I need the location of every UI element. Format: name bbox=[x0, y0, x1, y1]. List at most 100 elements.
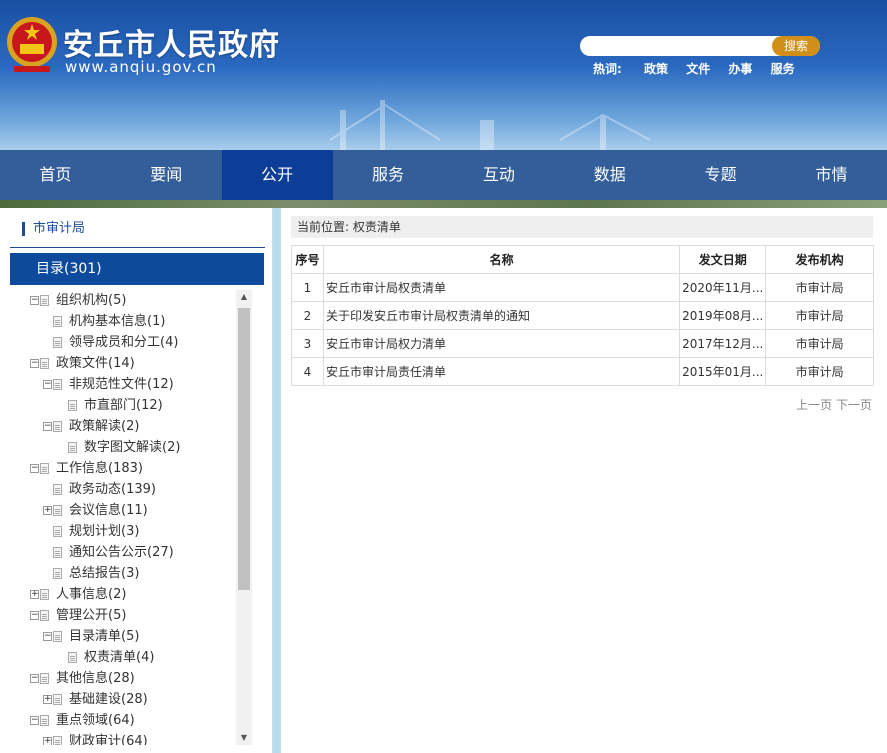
tree-node-label[interactable]: 非规范性文件(12) bbox=[69, 374, 174, 395]
tree-node[interactable]: − 政策文件(14) bbox=[10, 353, 236, 374]
search-input[interactable] bbox=[590, 38, 770, 54]
expand-icon[interactable]: + bbox=[43, 506, 52, 515]
collapse-icon[interactable]: − bbox=[43, 632, 52, 641]
tree-node-label[interactable]: 人事信息(2) bbox=[56, 584, 126, 605]
tree-node[interactable]: + 基础建设(28) bbox=[10, 689, 236, 710]
tree-node[interactable]: 权责清单(4) bbox=[10, 647, 236, 668]
tree-node[interactable]: 总结报告(3) bbox=[10, 563, 236, 584]
tree-node[interactable]: − 重点领域(64) bbox=[10, 710, 236, 731]
nav-item-public[interactable]: 公开 bbox=[221, 150, 333, 200]
tree-node-label[interactable]: 机构基本信息(1) bbox=[69, 311, 165, 332]
tree-node-label[interactable]: 基础建设(28) bbox=[69, 689, 148, 710]
tree-node[interactable]: 规划计划(3) bbox=[10, 521, 236, 542]
hotwords: 热词: 政策 文件 办事 服务 bbox=[593, 60, 809, 77]
collapse-icon[interactable]: − bbox=[30, 611, 39, 620]
document-icon bbox=[53, 694, 62, 705]
nav-item-data[interactable]: 数据 bbox=[554, 150, 665, 200]
collapse-icon[interactable]: − bbox=[30, 296, 39, 305]
document-icon bbox=[53, 379, 62, 390]
row-date: 2015年01月... bbox=[679, 357, 767, 386]
tree-node[interactable]: − 非规范性文件(12) bbox=[10, 374, 236, 395]
table-row[interactable]: 2 关于印发安丘市审计局权责清单的通知 2019年08月... 市审计局 bbox=[291, 301, 874, 330]
expand-icon[interactable]: + bbox=[43, 695, 52, 704]
tree-node[interactable]: − 组织机构(5) bbox=[10, 290, 236, 311]
tree-node-label[interactable]: 管理公开(5) bbox=[56, 605, 126, 626]
document-link[interactable]: 安丘市审计局责任清单 bbox=[322, 357, 681, 386]
nav-item-city-info[interactable]: 市情 bbox=[776, 150, 887, 200]
tree-node[interactable]: − 管理公开(5) bbox=[10, 605, 236, 626]
tree-node[interactable]: 机构基本信息(1) bbox=[10, 311, 236, 332]
tree-scrollbar[interactable]: ▲ ▼ bbox=[236, 290, 252, 745]
tree-node-label[interactable]: 组织机构(5) bbox=[56, 290, 126, 311]
nav-item-news[interactable]: 要闻 bbox=[111, 150, 222, 200]
scroll-up-icon[interactable]: ▲ bbox=[236, 290, 252, 304]
tree-node-label[interactable]: 其他信息(28) bbox=[56, 668, 135, 689]
tree-node-label[interactable]: 目录清单(5) bbox=[69, 626, 139, 647]
tree-node[interactable]: + 会议信息(11) bbox=[10, 500, 236, 521]
tree-node-label[interactable]: 工作信息(183) bbox=[56, 458, 143, 479]
tree-node[interactable]: 市直部门(12) bbox=[10, 395, 236, 416]
tree-node[interactable]: 领导成员和分工(4) bbox=[10, 332, 236, 353]
tree-node-label[interactable]: 重点领域(64) bbox=[56, 710, 135, 731]
search-button[interactable]: 搜索 bbox=[772, 36, 820, 56]
tree-node[interactable]: 通知公告公示(27) bbox=[10, 542, 236, 563]
nav-item-topics[interactable]: 专题 bbox=[665, 150, 776, 200]
search-box: 搜索 bbox=[580, 36, 820, 56]
tree-node[interactable]: − 其他信息(28) bbox=[10, 668, 236, 689]
document-icon bbox=[53, 337, 62, 348]
tree-node-label[interactable]: 财政审计(64) bbox=[69, 731, 148, 745]
tree-node-label[interactable]: 政策文件(14) bbox=[56, 353, 135, 374]
document-icon bbox=[53, 316, 62, 327]
hotword-link[interactable]: 服务 bbox=[771, 62, 795, 76]
hotword-link[interactable]: 政策 bbox=[644, 62, 668, 76]
expand-icon[interactable]: + bbox=[30, 590, 39, 599]
table-row[interactable]: 3 安丘市审计局权力清单 2017年12月... 市审计局 bbox=[291, 329, 874, 358]
catalog-header[interactable]: 目录(301) bbox=[10, 253, 264, 285]
tree-node-label[interactable]: 规划计划(3) bbox=[69, 521, 139, 542]
tree-node-label[interactable]: 数字图文解读(2) bbox=[84, 437, 180, 458]
nav-item-service[interactable]: 服务 bbox=[333, 150, 444, 200]
main-nav: 首页 要闻 公开 服务 互动 数据 专题 市情 bbox=[0, 150, 887, 200]
table-row[interactable]: 1 安丘市审计局权责清单 2020年11月... 市审计局 bbox=[291, 273, 874, 302]
nav-item-home[interactable]: 首页 bbox=[0, 150, 111, 200]
hotword-link[interactable]: 办事 bbox=[728, 62, 752, 76]
tree-node-label[interactable]: 市直部门(12) bbox=[84, 395, 163, 416]
tree-node-label[interactable]: 通知公告公示(27) bbox=[69, 542, 174, 563]
table-row[interactable]: 4 安丘市审计局责任清单 2015年01月... 市审计局 bbox=[291, 357, 874, 386]
document-icon bbox=[53, 421, 62, 432]
expand-icon[interactable]: + bbox=[43, 737, 52, 745]
document-link[interactable]: 安丘市审计局权力清单 bbox=[322, 329, 681, 358]
tree-node-label[interactable]: 政务动态(139) bbox=[69, 479, 156, 500]
nav-item-interaction[interactable]: 互动 bbox=[444, 150, 555, 200]
column-header-org: 发布机构 bbox=[765, 245, 874, 274]
tree-node-label[interactable]: 领导成员和分工(4) bbox=[69, 332, 178, 353]
tree-node-label[interactable]: 会议信息(11) bbox=[69, 500, 148, 521]
scrollbar-thumb[interactable] bbox=[238, 308, 250, 590]
tree-node[interactable]: + 财政审计(64) bbox=[10, 731, 236, 745]
tree-node-label[interactable]: 政策解读(2) bbox=[69, 416, 139, 437]
collapse-icon[interactable]: − bbox=[43, 422, 52, 431]
tree-node[interactable]: + 人事信息(2) bbox=[10, 584, 236, 605]
tree-node[interactable]: − 政策解读(2) bbox=[10, 416, 236, 437]
collapse-icon[interactable]: − bbox=[30, 674, 39, 683]
tree-node[interactable]: 数字图文解读(2) bbox=[10, 437, 236, 458]
tree-node-label[interactable]: 权责清单(4) bbox=[84, 647, 154, 668]
tree-node[interactable]: 政务动态(139) bbox=[10, 479, 236, 500]
collapse-icon[interactable]: − bbox=[43, 380, 52, 389]
collapse-icon[interactable]: − bbox=[30, 716, 39, 725]
document-icon bbox=[53, 484, 62, 495]
pager: 上一页 下一页 bbox=[796, 396, 872, 413]
scroll-down-icon[interactable]: ▼ bbox=[236, 731, 252, 745]
row-date: 2020年11月... bbox=[679, 273, 767, 302]
document-link[interactable]: 安丘市审计局权责清单 bbox=[322, 273, 681, 302]
tree-node[interactable]: − 工作信息(183) bbox=[10, 458, 236, 479]
tree-node-label[interactable]: 总结报告(3) bbox=[69, 563, 139, 584]
document-link[interactable]: 关于印发安丘市审计局权责清单的通知 bbox=[322, 301, 681, 330]
tree-node[interactable]: − 目录清单(5) bbox=[10, 626, 236, 647]
prev-page-link[interactable]: 上一页 bbox=[796, 398, 832, 412]
next-page-link[interactable]: 下一页 bbox=[836, 398, 872, 412]
collapse-icon[interactable]: − bbox=[30, 359, 39, 368]
hotword-link[interactable]: 文件 bbox=[686, 62, 710, 76]
collapse-icon[interactable]: − bbox=[30, 464, 39, 473]
document-icon bbox=[53, 631, 62, 642]
